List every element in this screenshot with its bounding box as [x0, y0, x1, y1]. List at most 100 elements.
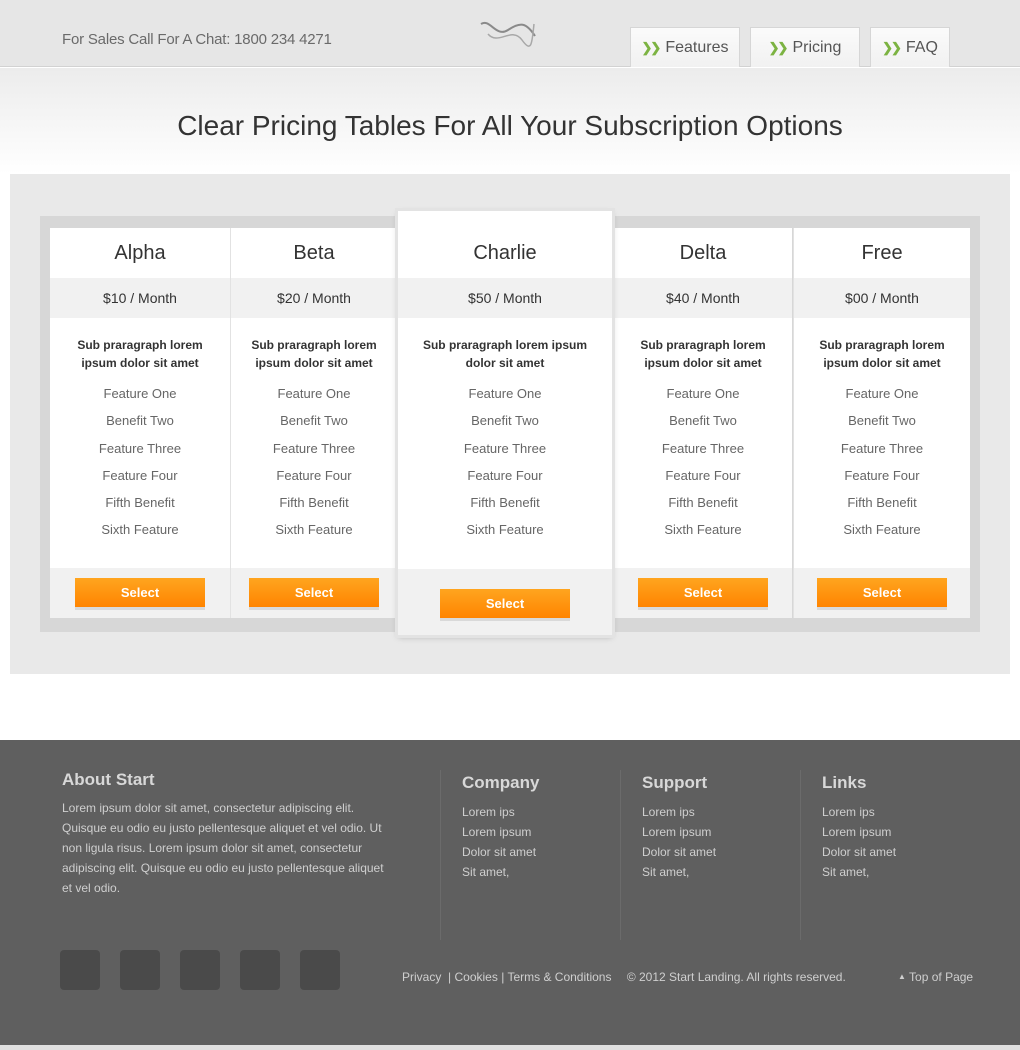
footer-company-title: Company	[462, 773, 540, 792]
plan-feature: Sixth Feature	[466, 522, 544, 537]
nav-faq-label: FAQ	[905, 38, 938, 56]
plan-feature: Benefit Two	[848, 413, 916, 428]
footer-link[interactable]: Lorem ips	[462, 802, 536, 822]
plan-name: Free	[861, 242, 903, 264]
plan-footer: Select	[794, 568, 970, 618]
copyright-text: © 2012 Start Landing. All rights reserve…	[626, 970, 846, 984]
legal-separator: |	[501, 970, 505, 984]
footer-column-divider	[800, 770, 801, 940]
plan-feature: Feature One	[277, 386, 351, 401]
plan-feature: Sixth Feature	[275, 522, 353, 537]
footer-link[interactable]: Lorem ips	[642, 802, 716, 822]
plan-footer: Select	[614, 568, 792, 618]
legal-links: Privacy | Cookies | Terms & Conditions ©…	[402, 970, 846, 984]
plan-subtitle: Sub praragraph lorem ipsum dolor sit ame…	[77, 338, 203, 370]
footer-links-title: Links	[822, 773, 867, 792]
footer-link[interactable]: Dolor sit amet	[822, 842, 896, 862]
double-chevron-right-icon: ❯❯	[641, 39, 662, 55]
terms-link[interactable]: Terms & Conditions	[507, 970, 611, 984]
footer-link[interactable]: Lorem ipsum	[822, 822, 896, 842]
plan-feature: Fifth Benefit	[279, 495, 349, 510]
plan-name: Beta	[293, 242, 335, 264]
page-title: Clear Pricing Tables For All Your Subscr…	[177, 110, 843, 141]
plan-feature: Feature One	[103, 386, 177, 401]
plan-feature: Feature Three	[98, 441, 182, 456]
plan-feature: Feature Three	[272, 441, 356, 456]
plan-feature: Feature One	[666, 386, 740, 401]
footer-link[interactable]: Dolor sit amet	[462, 842, 536, 862]
footer-link[interactable]: Sit amet,	[822, 862, 896, 882]
column-divider	[793, 228, 794, 618]
footer-link[interactable]: Dolor sit amet	[642, 842, 716, 862]
nav-features-label: Features	[665, 38, 729, 56]
about-title: About Start	[62, 770, 155, 789]
cookies-link[interactable]: Cookies	[454, 970, 497, 984]
plan-feature: Sixth Feature	[101, 522, 179, 537]
privacy-link[interactable]: Privacy	[402, 970, 441, 984]
nav-pricing-label: Pricing	[792, 38, 842, 56]
plan-feature: Feature One	[468, 386, 542, 401]
footer-column-divider	[440, 770, 441, 940]
plan-price: $00 / Month	[794, 278, 970, 318]
plan-feature: Feature Three	[840, 441, 924, 456]
plan-feature: Fifth Benefit	[668, 495, 738, 510]
plan-subtitle: Sub praragraph lorem ipsum dolor sit ame…	[251, 338, 377, 370]
social-icon[interactable]	[180, 950, 220, 990]
plan-feature: Feature Four	[102, 468, 178, 483]
footer-support-title: Support	[642, 773, 708, 792]
footer-column-divider	[620, 770, 621, 940]
footer-link[interactable]: Lorem ipsum	[462, 822, 536, 842]
nav-pricing-button[interactable]: ❯❯ Pricing	[750, 27, 860, 67]
pricing-column-alpha: Alpha $10 / Month Sub praragraph lorem ips…	[50, 228, 230, 618]
plan-name: Charlie	[473, 242, 537, 264]
plan-feature: Benefit Two	[106, 413, 174, 428]
footer-support-links: Lorem ips Lorem ipsum Dolor sit amet Sit…	[642, 802, 716, 882]
social-icon[interactable]	[240, 950, 280, 990]
nav-faq-button[interactable]: ❯❯ FAQ	[870, 27, 950, 67]
sales-phone-text: For Sales Call For A Chat: 1800 234 4271	[62, 31, 332, 48]
nav-features-button[interactable]: ❯❯ Features	[630, 27, 740, 67]
plan-feature: Sixth Feature	[843, 522, 921, 537]
plan-price: $50 / Month	[398, 278, 612, 318]
plan-footer: Select	[50, 568, 230, 618]
plan-feature: Feature Three	[661, 441, 745, 456]
social-icon[interactable]	[60, 950, 100, 990]
plan-price: $20 / Month	[231, 278, 397, 318]
select-plan-button[interactable]: Select	[440, 589, 570, 621]
plan-feature: Benefit Two	[280, 413, 348, 428]
footer-link[interactable]: Lorem ips	[822, 802, 896, 822]
plan-feature: Feature Four	[665, 468, 741, 483]
plan-feature: Benefit Two	[471, 413, 539, 428]
footer-links-list: Lorem ips Lorem ipsum Dolor sit amet Sit…	[822, 802, 896, 882]
social-icon[interactable]	[300, 950, 340, 990]
plan-feature: Fifth Benefit	[105, 495, 175, 510]
select-plan-button[interactable]: Select	[638, 578, 768, 610]
plan-subtitle: Sub praragraph lorem ipsum dolor sit ame…	[422, 338, 588, 370]
plan-feature: Fifth Benefit	[847, 495, 917, 510]
plan-feature: Feature Four	[844, 468, 920, 483]
select-plan-button[interactable]: Select	[249, 578, 379, 610]
footer-link[interactable]: Sit amet,	[462, 862, 536, 882]
plan-feature: Sixth Feature	[664, 522, 742, 537]
caret-up-icon: ▲	[898, 972, 906, 981]
plan-footer: Select	[231, 568, 397, 618]
top-of-page-link[interactable]: ▲ Top of Page	[898, 970, 973, 984]
footer-link[interactable]: Lorem ipsum	[642, 822, 716, 842]
legal-separator: |	[444, 970, 452, 984]
select-plan-button[interactable]: Select	[817, 578, 947, 610]
plan-price: $10 / Month	[50, 278, 230, 318]
double-chevron-right-icon: ❯❯	[768, 39, 789, 55]
social-icon[interactable]	[120, 950, 160, 990]
plan-feature: Fifth Benefit	[470, 495, 540, 510]
plan-name: Alpha	[114, 242, 166, 264]
plan-subtitle: Sub praragraph lorem ipsum dolor sit ame…	[640, 338, 766, 370]
wave-logo-icon[interactable]	[478, 16, 538, 48]
plan-feature: Feature Four	[467, 468, 543, 483]
pricing-column-charlie: Charlie $50 / Month Sub praragraph lorem i…	[398, 211, 612, 635]
plan-footer: Select	[398, 569, 612, 635]
double-chevron-right-icon: ❯❯	[882, 39, 902, 55]
plan-name: Delta	[679, 242, 727, 264]
select-plan-button[interactable]: Select	[75, 578, 205, 610]
footer-link[interactable]: Sit amet,	[642, 862, 716, 882]
plan-feature: Feature Three	[463, 441, 547, 456]
